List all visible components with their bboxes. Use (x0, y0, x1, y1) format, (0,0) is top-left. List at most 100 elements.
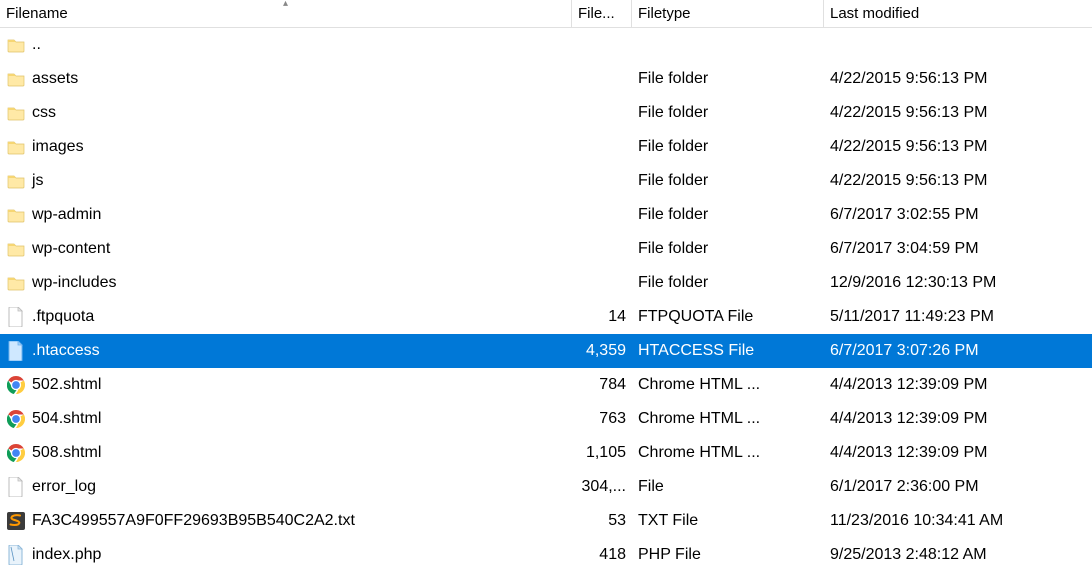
file-row[interactable]: error_log 304,... File 6/1/2017 2:36:00 PM (0, 470, 1092, 504)
cell-filesize (572, 62, 632, 96)
cell-filename: images (0, 130, 572, 164)
filename-text: assets (32, 70, 78, 88)
cell-filetype: File folder (632, 96, 824, 130)
filesize-text: 784 (599, 376, 626, 394)
folder-icon (6, 239, 26, 259)
file-row[interactable]: js File folder 4/22/2015 9:56:13 PM (0, 164, 1092, 198)
file-row[interactable]: images File folder 4/22/2015 9:56:13 PM (0, 130, 1092, 164)
lastmodified-text: 4/22/2015 9:56:13 PM (830, 104, 987, 122)
column-header-filename[interactable]: Filename ▴ (0, 0, 572, 27)
lastmodified-text: 4/22/2015 9:56:13 PM (830, 70, 987, 88)
lastmodified-text: 11/23/2016 10:34:41 AM (830, 512, 1003, 530)
file-row[interactable]: wp-contentFile folder6/7/2017 3:04:59 PM (0, 232, 1092, 266)
cell-lastmodified: 6/7/2017 3:04:59 PM (824, 232, 1092, 266)
cell-lastmodified: 4/4/2013 12:39:09 PM (824, 368, 1092, 402)
folder-icon (6, 69, 26, 89)
cell-lastmodified: 4/4/2013 12:39:09 PM (824, 402, 1092, 436)
cell-filesize (572, 232, 632, 266)
cell-filename: .. (0, 28, 572, 62)
chrome-icon (6, 443, 26, 463)
file-row[interactable]: wp-includes File folder 12/9/2016 12:30:13… (0, 266, 1092, 300)
php-file-icon (6, 545, 26, 565)
cell-filesize (572, 28, 632, 62)
column-header-filetype[interactable]: Filetype (632, 0, 824, 27)
lastmodified-text: 6/1/2017 2:36:00 PM (830, 478, 979, 496)
file-row[interactable]: wp-admin File folder 6/7/2017 3:02:55 PM (0, 198, 1092, 232)
cell-filetype: Chrome HTML ... (632, 368, 824, 402)
filename-text: js (32, 172, 44, 190)
chrome-icon (6, 375, 26, 395)
filesize-text: 418 (599, 546, 626, 564)
file-icon (6, 477, 26, 497)
file-row[interactable]: .htaccess4,359HTACCESS File6/7/2017 3:07… (0, 334, 1092, 368)
cell-lastmodified: 4/4/2013 12:39:09 PM (824, 436, 1092, 470)
folder-icon (6, 137, 26, 157)
filename-text: index.php (32, 546, 101, 564)
filename-text: 508.shtml (32, 444, 101, 462)
filename-text: FA3C499557A9F0FF29693B95B540C2A2.txt (32, 512, 355, 530)
cell-filetype: TXT File (632, 504, 824, 538)
lastmodified-text: 5/11/2017 11:49:23 PM (830, 308, 994, 326)
filetype-text: TXT File (638, 512, 698, 530)
filename-text: wp-includes (32, 274, 116, 292)
lastmodified-text: 4/22/2015 9:56:13 PM (830, 172, 987, 190)
filename-text: .ftpquota (32, 308, 94, 326)
cell-filetype: File folder (632, 62, 824, 96)
filetype-text: File (638, 478, 664, 496)
cell-lastmodified: 6/1/2017 2:36:00 PM (824, 470, 1092, 504)
cell-filename: .htaccess (0, 334, 572, 368)
filename-text: .. (32, 36, 41, 54)
file-row[interactable]: 508.shtml1,105Chrome HTML ...4/4/2013 12… (0, 436, 1092, 470)
cell-lastmodified: 4/22/2015 9:56:13 PM (824, 96, 1092, 130)
lastmodified-text: 6/7/2017 3:02:55 PM (830, 206, 979, 224)
filesize-text: 4,359 (586, 342, 626, 360)
filesize-text: 53 (608, 512, 626, 530)
filetype-text: File folder (638, 70, 708, 88)
filesize-text: 763 (599, 410, 626, 428)
cell-filename: assets (0, 62, 572, 96)
folder-icon (6, 35, 26, 55)
cell-filename: FA3C499557A9F0FF29693B95B540C2A2.txt (0, 504, 572, 538)
cell-lastmodified: 11/23/2016 10:34:41 AM (824, 504, 1092, 538)
cell-filesize (572, 164, 632, 198)
cell-filetype: File folder (632, 164, 824, 198)
cell-filesize: 4,359 (572, 334, 632, 368)
folder-icon (6, 273, 26, 293)
column-header-row: Filename ▴ File... Filetype Last modifie… (0, 0, 1092, 28)
cell-lastmodified: 6/7/2017 3:02:55 PM (824, 198, 1092, 232)
lastmodified-text: 12/9/2016 12:30:13 PM (830, 274, 996, 292)
filesize-text: 304,... (582, 478, 626, 496)
filetype-text: FTPQUOTA File (638, 308, 753, 326)
sublime-icon (6, 511, 26, 531)
filetype-text: File folder (638, 138, 708, 156)
filename-text: 504.shtml (32, 410, 101, 428)
column-header-filetype-label: Filetype (638, 5, 691, 22)
file-row[interactable]: FA3C499557A9F0FF29693B95B540C2A2.txt 53 TX… (0, 504, 1092, 538)
file-row[interactable]: 502.shtml784Chrome HTML ...4/4/2013 12:3… (0, 368, 1092, 402)
column-header-lastmodified-label: Last modified (830, 5, 919, 22)
file-row[interactable]: .. (0, 28, 1092, 62)
file-row[interactable]: assets File folder 4/22/2015 9:56:13 PM (0, 62, 1092, 96)
file-row[interactable]: index.php418PHP File9/25/2013 2:48:12 AM (0, 538, 1092, 572)
cell-filename: wp-admin (0, 198, 572, 232)
cell-filename: wp-includes (0, 266, 572, 300)
file-row[interactable]: 504.shtml 763 Chrome HTML ...4/4/2013 12:3… (0, 402, 1092, 436)
column-header-filename-label: Filename (6, 5, 68, 22)
cell-filetype: File folder (632, 198, 824, 232)
cell-filetype: File folder (632, 266, 824, 300)
lastmodified-text: 4/22/2015 9:56:13 PM (830, 138, 987, 156)
file-row[interactable]: cssFile folder4/22/2015 9:56:13 PM (0, 96, 1092, 130)
filename-text: wp-content (32, 240, 110, 258)
file-row[interactable]: .ftpquota 14 FTPQUOTA File 5/11/2017 11:49:… (0, 300, 1092, 334)
cell-filesize: 14 (572, 300, 632, 334)
file-icon (6, 307, 26, 327)
cell-filename: 508.shtml (0, 436, 572, 470)
chrome-icon (6, 409, 26, 429)
cell-filename: error_log (0, 470, 572, 504)
filetype-text: File folder (638, 104, 708, 122)
cell-filetype: Chrome HTML ... (632, 402, 824, 436)
cell-lastmodified: 6/7/2017 3:07:26 PM (824, 334, 1092, 368)
column-header-lastmodified[interactable]: Last modified (824, 0, 1092, 27)
column-header-filesize[interactable]: File... (572, 0, 632, 27)
cell-filetype: File folder (632, 130, 824, 164)
